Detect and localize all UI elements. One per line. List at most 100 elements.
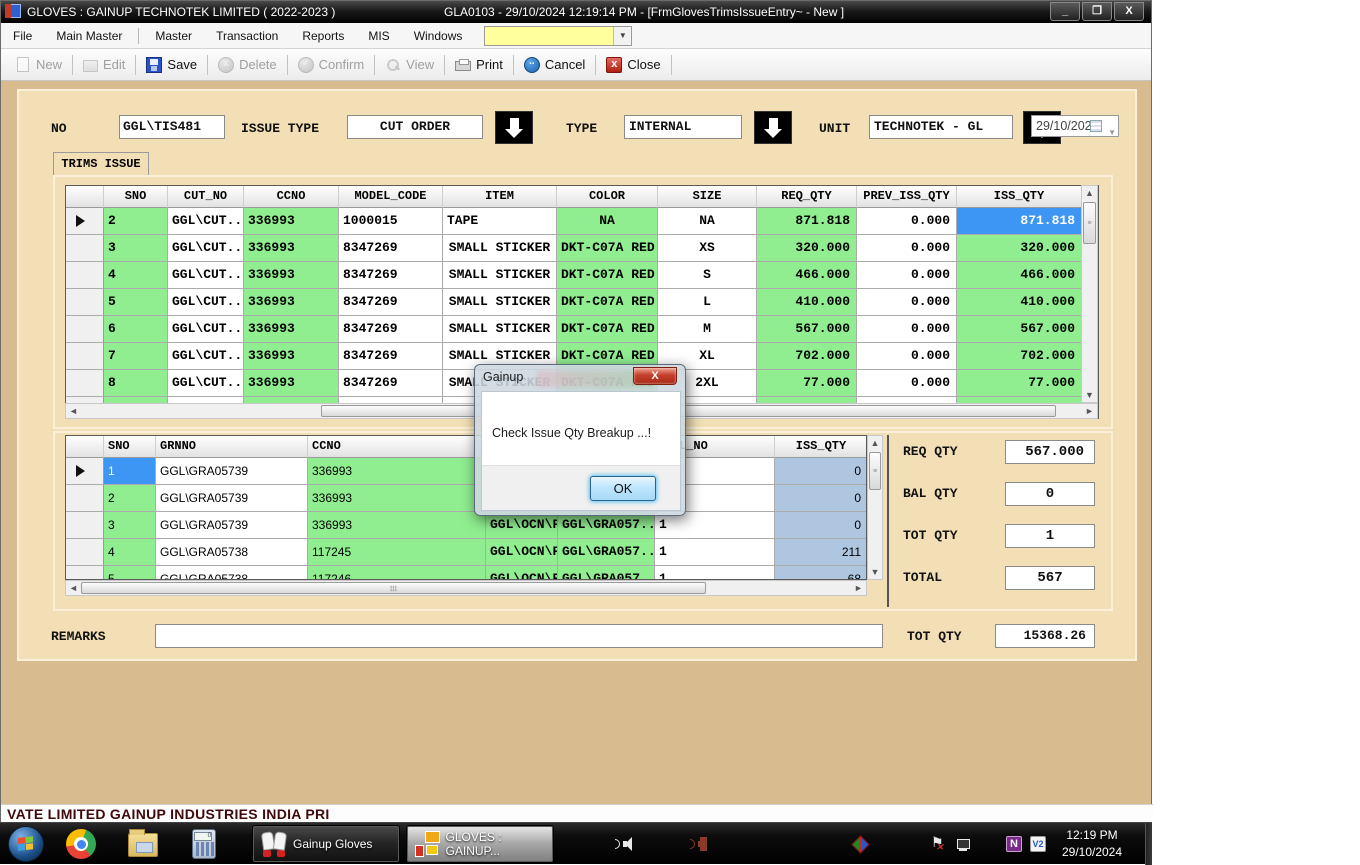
cell-grnno[interactable]: GGL\GRA05738	[156, 566, 308, 580]
menu-file[interactable]: File	[1, 25, 44, 47]
cell-model_code[interactable]: 8347269	[339, 235, 443, 262]
menu-main-master[interactable]: Main Master	[44, 25, 134, 47]
cell-req_qty[interactable]: 871.818	[757, 208, 857, 235]
delete-button[interactable]: Delete	[210, 53, 285, 77]
chrome-icon[interactable]	[66, 829, 96, 859]
cell-iss_qty[interactable]: 211	[775, 539, 867, 566]
cell-grnno[interactable]: GGL\GRA05739	[156, 458, 308, 485]
column-header-sno[interactable]: SNO	[104, 186, 168, 208]
date-picker[interactable]: 29/10/2024 ▼	[1031, 115, 1119, 137]
start-button[interactable]	[8, 826, 44, 862]
cell-sno[interactable]: 7	[104, 343, 168, 370]
cell-ccno[interactable]: 336993	[244, 235, 339, 262]
row-selector-header[interactable]	[66, 186, 104, 208]
cell-ccno[interactable]: 117246	[308, 566, 486, 580]
issue-type-field[interactable]: CUT ORDER	[347, 115, 483, 139]
cell-cut_no[interactable]: GGL\CUT...	[168, 289, 244, 316]
row-selector[interactable]	[66, 262, 104, 289]
column-header-sno[interactable]: SNO	[104, 436, 156, 458]
cell-item[interactable]: SMALL STICKER	[443, 235, 557, 262]
cell-sno[interactable]: 5	[104, 566, 156, 580]
cell-sno[interactable]: 4	[104, 539, 156, 566]
row-selector[interactable]	[66, 343, 104, 370]
dialog-close-button[interactable]: X	[633, 367, 677, 385]
cell-ccno[interactable]: 336993	[308, 458, 486, 485]
edit-button[interactable]: Edit	[75, 53, 133, 76]
no-field[interactable]: GGL\TIS481	[119, 115, 225, 139]
scroll-left-icon[interactable]: ◄	[66, 404, 81, 418]
cell-iss_qty[interactable]: 68	[775, 566, 867, 580]
cell-ccno[interactable]: 336993	[244, 343, 339, 370]
cell-cut_no[interactable]: GGL\CUT...	[168, 208, 244, 235]
scrollbar-thumb[interactable]: 𝍖	[81, 582, 706, 594]
row-selector-header[interactable]	[66, 436, 104, 458]
cell-grnno[interactable]: GGL\GRA05739	[156, 512, 308, 539]
cell-size[interactable]: NA	[658, 208, 757, 235]
cell-c6[interactable]: 1	[655, 539, 775, 566]
scroll-up-icon[interactable]: ▲	[1082, 186, 1097, 200]
cell-sno[interactable]: 3	[104, 512, 156, 539]
type-field[interactable]: INTERNAL	[624, 115, 742, 139]
cell-grnno[interactable]: GGL\GRA05738	[156, 539, 308, 566]
issue-type-dropdown-button[interactable]	[495, 111, 533, 144]
cell-c6[interactable]: 1	[655, 566, 775, 580]
cell-ccno[interactable]: 336993	[244, 208, 339, 235]
cell-iss_qty[interactable]: 871.818	[957, 208, 1082, 235]
row-selector[interactable]	[66, 566, 104, 580]
scroll-left-icon[interactable]: ◄	[66, 581, 81, 595]
menu-reports[interactable]: Reports	[290, 25, 356, 47]
cell-item[interactable]: SMALL STICKER	[443, 289, 557, 316]
app-diamond-icon[interactable]	[852, 836, 868, 852]
cell-sno[interactable]: 2	[104, 208, 168, 235]
cell-ccno[interactable]: 336993	[308, 512, 486, 539]
top-grid-vscrollbar[interactable]: ▲ ≡ ▼	[1081, 185, 1098, 403]
menu-transaction[interactable]: Transaction	[204, 25, 290, 47]
cell-c5[interactable]: GGL\GRA057...	[558, 539, 655, 566]
cell-iss_qty[interactable]: 320.000	[957, 235, 1082, 262]
cell-iss_qty[interactable]: 0	[775, 512, 867, 539]
type-dropdown-button[interactable]	[754, 111, 792, 144]
explorer-folder-icon[interactable]	[128, 833, 158, 857]
taskbar-clock[interactable]: 12:19 PM 29/10/2024	[1050, 827, 1134, 861]
cell-c5[interactable]: GGL\GRA057...	[558, 566, 655, 580]
cell-sno[interactable]: 3	[104, 235, 168, 262]
cell-req_qty[interactable]: 567.000	[757, 316, 857, 343]
column-header-ccno[interactable]: CCNO	[308, 436, 486, 458]
confirm-button[interactable]: Confirm	[290, 53, 373, 77]
scroll-right-icon[interactable]: ►	[851, 581, 866, 595]
bottom-grid-vscrollbar[interactable]: ▲ ≡ ▼	[867, 435, 883, 580]
cell-cut_no[interactable]: GGL\CUT...	[168, 370, 244, 397]
cell-req_qty[interactable]: 320.000	[757, 235, 857, 262]
cell-size[interactable]: XS	[658, 235, 757, 262]
cell-prev_iss_qty[interactable]: 0.000	[857, 262, 957, 289]
row-selector[interactable]	[66, 208, 104, 235]
column-header-model_code[interactable]: MODEL_CODE	[339, 186, 443, 208]
cell-ccno[interactable]: 336993	[308, 485, 486, 512]
cell-req_qty[interactable]: 77.000	[757, 370, 857, 397]
row-selector[interactable]	[66, 316, 104, 343]
bottom-grid-hscrollbar[interactable]: ◄ 𝍖 ►	[65, 580, 867, 596]
network-icon[interactable]	[956, 836, 972, 852]
cell-color[interactable]: DKT-C07A RED	[557, 289, 658, 316]
cell-item[interactable]: SMALL STICKER	[443, 316, 557, 343]
cell-ccno[interactable]: 336993	[244, 262, 339, 289]
vnc-icon[interactable]: V2	[1030, 836, 1046, 852]
cell-model_code[interactable]: 8347269	[339, 343, 443, 370]
column-header-color[interactable]: COLOR	[557, 186, 658, 208]
cell-sno[interactable]: 1	[104, 458, 156, 485]
column-header-cut_no[interactable]: CUT_NO	[168, 186, 244, 208]
cell-grnno[interactable]: GGL\GRA05739	[156, 485, 308, 512]
save-button[interactable]: Save	[138, 53, 205, 77]
cell-req_qty[interactable]: 702.000	[757, 343, 857, 370]
cell-ccno[interactable]: 336993	[244, 289, 339, 316]
close-button[interactable]: X	[1114, 2, 1144, 21]
column-header-iss_qty[interactable]: ISS_QTY	[957, 186, 1082, 208]
cell-prev_iss_qty[interactable]: 0.000	[857, 235, 957, 262]
cell-prev_iss_qty[interactable]: 0.000	[857, 208, 957, 235]
row-selector[interactable]	[66, 512, 104, 539]
cell-sno[interactable]: 2	[104, 485, 156, 512]
row-selector[interactable]	[66, 458, 104, 485]
cell-c4[interactable]: GGL\OCN\FR...	[486, 539, 558, 566]
cell-model_code[interactable]: 1000015	[339, 208, 443, 235]
cell-color[interactable]: DKT-C07A RED	[557, 262, 658, 289]
